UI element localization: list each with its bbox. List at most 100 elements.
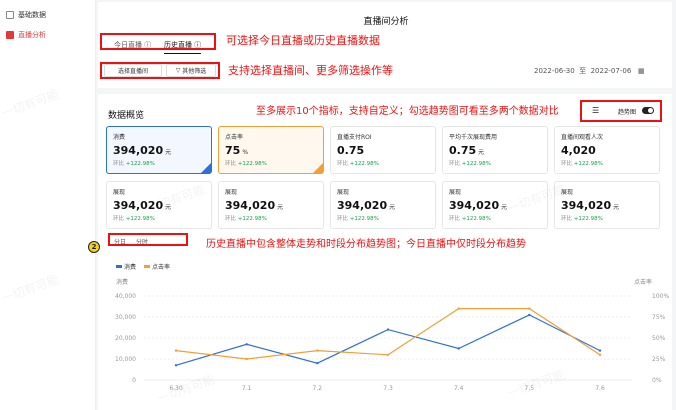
series-line-ctr — [175, 307, 601, 360]
selected-corner-icon — [201, 163, 211, 173]
data-point — [316, 362, 319, 365]
metric-compare: 环比 +122.98% — [561, 161, 603, 167]
sidebar-item-live-analysis[interactable]: 直播分析 — [6, 30, 46, 40]
x-tick-label: 7.4 — [454, 385, 464, 392]
trend-toggle[interactable] — [642, 107, 654, 114]
annotation-box — [100, 62, 220, 79]
watermark: 一切有可能 — [0, 87, 61, 121]
list-view-icon[interactable]: ☰ — [592, 106, 599, 115]
data-point — [386, 353, 390, 356]
data-point — [245, 343, 248, 346]
live-icon — [6, 31, 14, 39]
overview-title: 数据概览 — [108, 111, 145, 121]
date-start: 2022-06-30 — [534, 67, 575, 75]
step-badge: 2 — [88, 241, 100, 253]
metric-name: 直播支付ROI — [337, 134, 372, 141]
x-tick-label: 7.1 — [242, 385, 252, 392]
data-point — [457, 347, 460, 350]
page-title: 直播间分析 — [363, 17, 409, 27]
metric-card[interactable]: 直播间观看人次 4,020 环比 +122.98% — [554, 126, 660, 174]
metric-name: 点击率 — [225, 134, 244, 141]
legend-item[interactable]: 点击率 — [144, 262, 170, 271]
metric-value: 394,020 元 — [113, 144, 172, 157]
metric-card[interactable]: 点击率 75% 环比 +122.98% — [218, 126, 324, 174]
right-axis-title: 点击率 — [634, 278, 652, 286]
legend-swatch — [116, 265, 122, 268]
data-point — [245, 357, 248, 361]
legend-item[interactable]: 消费 — [116, 262, 136, 271]
metric-value: 0.75 — [337, 144, 365, 157]
y-tick-label: 0 — [132, 377, 136, 384]
selected-corner-icon — [313, 163, 323, 173]
data-point — [386, 328, 390, 331]
watermark: 一切有可能 — [0, 272, 61, 306]
metric-name: 展现 — [561, 189, 574, 196]
sidebar-item-label: 直播分析 — [18, 31, 46, 39]
sidebar-item-basic-data[interactable]: 基础数据 — [6, 10, 46, 20]
chart-icon — [6, 11, 14, 19]
data-point — [528, 307, 531, 310]
metric-card[interactable]: 平均千次展现费用 0.75 元环比 +122.98% — [442, 126, 548, 174]
metric-card[interactable]: 直播支付ROI 0.75 环比 +122.98% — [330, 126, 436, 174]
data-point — [528, 313, 531, 317]
data-point — [174, 364, 178, 367]
metric-value: 75% — [225, 144, 249, 157]
data-point — [598, 353, 602, 356]
metric-value: 394,020 元 — [225, 199, 284, 212]
legend-label: 消费 — [124, 264, 137, 271]
metric-name: 平均千次展现费用 — [449, 134, 498, 141]
annotation-text: 至多展示10个指标，支持自定义；勾选趋势图可看至多两个数据对比 — [256, 106, 559, 117]
metric-compare: 环比 +122.98% — [561, 216, 603, 222]
metric-name: 展现 — [225, 189, 238, 196]
y-tick-label: 30,000 — [115, 314, 136, 321]
annotation-text: 支持选择直播间、更多筛选操作等 — [228, 64, 393, 77]
metric-compare: 环比 +122.98% — [449, 216, 491, 222]
metric-compare: 环比 +122.98% — [113, 216, 155, 222]
main-content: 直播间分析 今日直播 ⓘ 历史直播 ⓘ 可选择今日直播或历史直播数据 选择直播间… — [88, 0, 676, 410]
metric-compare: 环比 +122.98% — [337, 216, 379, 222]
y2-tick-label: 75% — [652, 314, 666, 321]
metric-name: 消费 — [113, 134, 126, 141]
data-point — [316, 349, 319, 352]
left-axis-title: 消费 — [116, 278, 128, 286]
y-tick-label: 20,000 — [115, 335, 136, 342]
metric-value: 4,020 — [561, 144, 596, 157]
date-range-picker[interactable]: 2022-06-30 至 2022-07-06 ▦ — [534, 66, 645, 76]
date-sep: 至 — [579, 67, 587, 75]
sidebar-item-label: 基础数据 — [18, 11, 46, 19]
metric-card[interactable]: 展现 394,020 元环比 +122.98% — [554, 181, 660, 229]
legend-swatch — [144, 265, 151, 268]
chart-legend: 消费 点击率 — [116, 262, 170, 271]
metric-value: 0.75 元 — [449, 144, 485, 157]
y-tick-label: 10,000 — [115, 356, 136, 363]
data-point — [598, 349, 602, 352]
y2-tick-label: 0% — [652, 377, 662, 384]
y-tick-label: 40,000 — [115, 293, 136, 300]
annotation-box — [100, 33, 216, 50]
calendar-icon: ▦ — [637, 67, 645, 75]
data-point — [457, 307, 460, 310]
y2-tick-label: 25% — [652, 356, 666, 363]
metric-compare: 环比 +122.98% — [113, 161, 155, 167]
metric-value: 394,020 元 — [337, 199, 396, 212]
date-end: 2022-07-06 — [590, 67, 632, 75]
metric-compare: 环比 +122.98% — [337, 161, 379, 167]
x-tick-label: 7.3 — [383, 385, 393, 392]
annotation-text: 历史直播中包含整体走势和时段分布趋势图；今日直播中仅时段分布趋势 — [206, 239, 526, 250]
metric-compare: 环比 +122.98% — [225, 216, 267, 222]
metric-name: 展现 — [337, 189, 350, 196]
metric-compare: 环比 +122.98% — [449, 161, 491, 167]
trend-label: 趋势图 — [618, 109, 637, 116]
metric-card[interactable]: 消费 394,020 元环比 +122.98% — [106, 126, 212, 174]
sidebar: 基础数据 直播分析 一切有可能 一切有可能 — [0, 0, 96, 410]
annotation-box — [108, 233, 188, 246]
metric-value: 394,020 元 — [561, 199, 620, 212]
y2-tick-label: 50% — [652, 335, 666, 342]
metric-card[interactable]: 展现 394,020 元环比 +122.98% — [330, 181, 436, 229]
metric-card[interactable]: 展现 394,020 元环比 +122.98% — [218, 181, 324, 229]
x-tick-label: 7.2 — [313, 385, 323, 392]
annotation-text: 可选择今日直播或历史直播数据 — [226, 34, 380, 47]
metric-compare: 环比 +122.98% — [225, 161, 267, 167]
x-tick-label: 7.6 — [595, 385, 605, 392]
metric-name: 直播间观看人次 — [561, 134, 604, 141]
